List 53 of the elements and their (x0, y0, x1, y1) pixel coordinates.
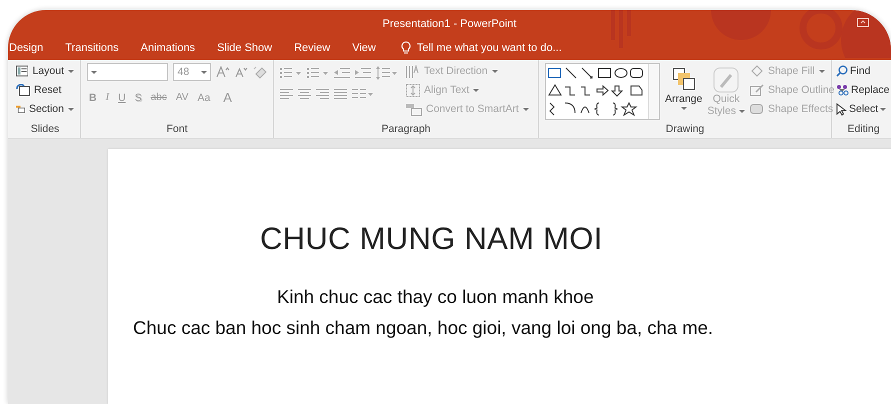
slides-command[interactable]: Layout (16, 63, 74, 79)
replace-icon (836, 84, 849, 96)
arrange-icon (672, 67, 696, 91)
group-label: Slides (30, 123, 60, 137)
pencil-icon (750, 84, 764, 96)
lightbulb-icon (400, 41, 411, 55)
slides-command[interactable]: Reset (16, 82, 74, 98)
font-name-dropdown[interactable] (87, 63, 168, 81)
group-label: Drawing (666, 123, 704, 137)
quick-styles-icon (713, 67, 740, 93)
eraser-icon[interactable] (253, 66, 267, 78)
slides-command[interactable]: Section (16, 101, 74, 117)
align-paragraph-icon[interactable] (334, 89, 347, 100)
ribbon-tab[interactable]: View (341, 39, 387, 57)
bullet-list-icon[interactable] (280, 67, 302, 79)
numbered-list-icon[interactable] (307, 67, 329, 79)
align-text-icon (406, 84, 420, 96)
slide-text-line: Chuc cac ban hoc sinh cham ngoan, hoc gioi, vang loi ong ba, cha me. (133, 316, 714, 340)
arrange-button[interactable]: Arrange (665, 63, 702, 110)
smartart-icon (406, 102, 422, 116)
line-spacing-icon[interactable] (376, 66, 398, 80)
window-title: Presentation1 - PowerPoint (382, 17, 516, 30)
increase-indent-icon[interactable] (355, 67, 371, 79)
decrease-indent-icon[interactable] (334, 67, 350, 79)
align-paragraph-icon[interactable] (298, 89, 311, 100)
align-paragraph-icon[interactable] (316, 89, 329, 100)
cursor-icon (836, 102, 847, 116)
columns-icon[interactable] (352, 89, 374, 100)
shape-effects-icon (750, 103, 764, 115)
text-direction-icon (406, 64, 420, 78)
ribbon-display-icon[interactable] (857, 18, 869, 27)
reset-icon (16, 84, 30, 96)
ribbon-tab[interactable]: Design (8, 39, 54, 57)
grow-font-icon[interactable] (216, 66, 230, 78)
ribbon-tab[interactable]: Animations (130, 39, 206, 57)
layout-icon (16, 65, 28, 77)
ribbon-tab[interactable]: Transitions (54, 39, 130, 57)
font-size-dropdown[interactable]: 48 (173, 63, 212, 81)
section-icon (16, 103, 25, 115)
paint-bucket-icon (750, 65, 764, 77)
group-label: Paragraph (381, 123, 431, 137)
group-label: Font (166, 123, 188, 137)
align-paragraph-icon[interactable] (280, 89, 293, 100)
group-label: Editing (847, 123, 880, 137)
slide-text-line: Kinh chuc cac thay co luon manh khoe (277, 285, 594, 309)
gallery-scroll-buttons[interactable] (648, 64, 659, 119)
ribbon-tab[interactable]: Review (283, 39, 342, 57)
search-icon (836, 65, 848, 77)
shrink-font-icon[interactable] (235, 66, 248, 78)
tell-me-field[interactable]: Tell me what you want to do... (396, 38, 566, 58)
ribbon-tab[interactable]: Slide Show (206, 39, 284, 57)
slide-title: CHUC MUNG NAM MOI (260, 220, 603, 257)
shapes-gallery[interactable] (545, 63, 660, 120)
